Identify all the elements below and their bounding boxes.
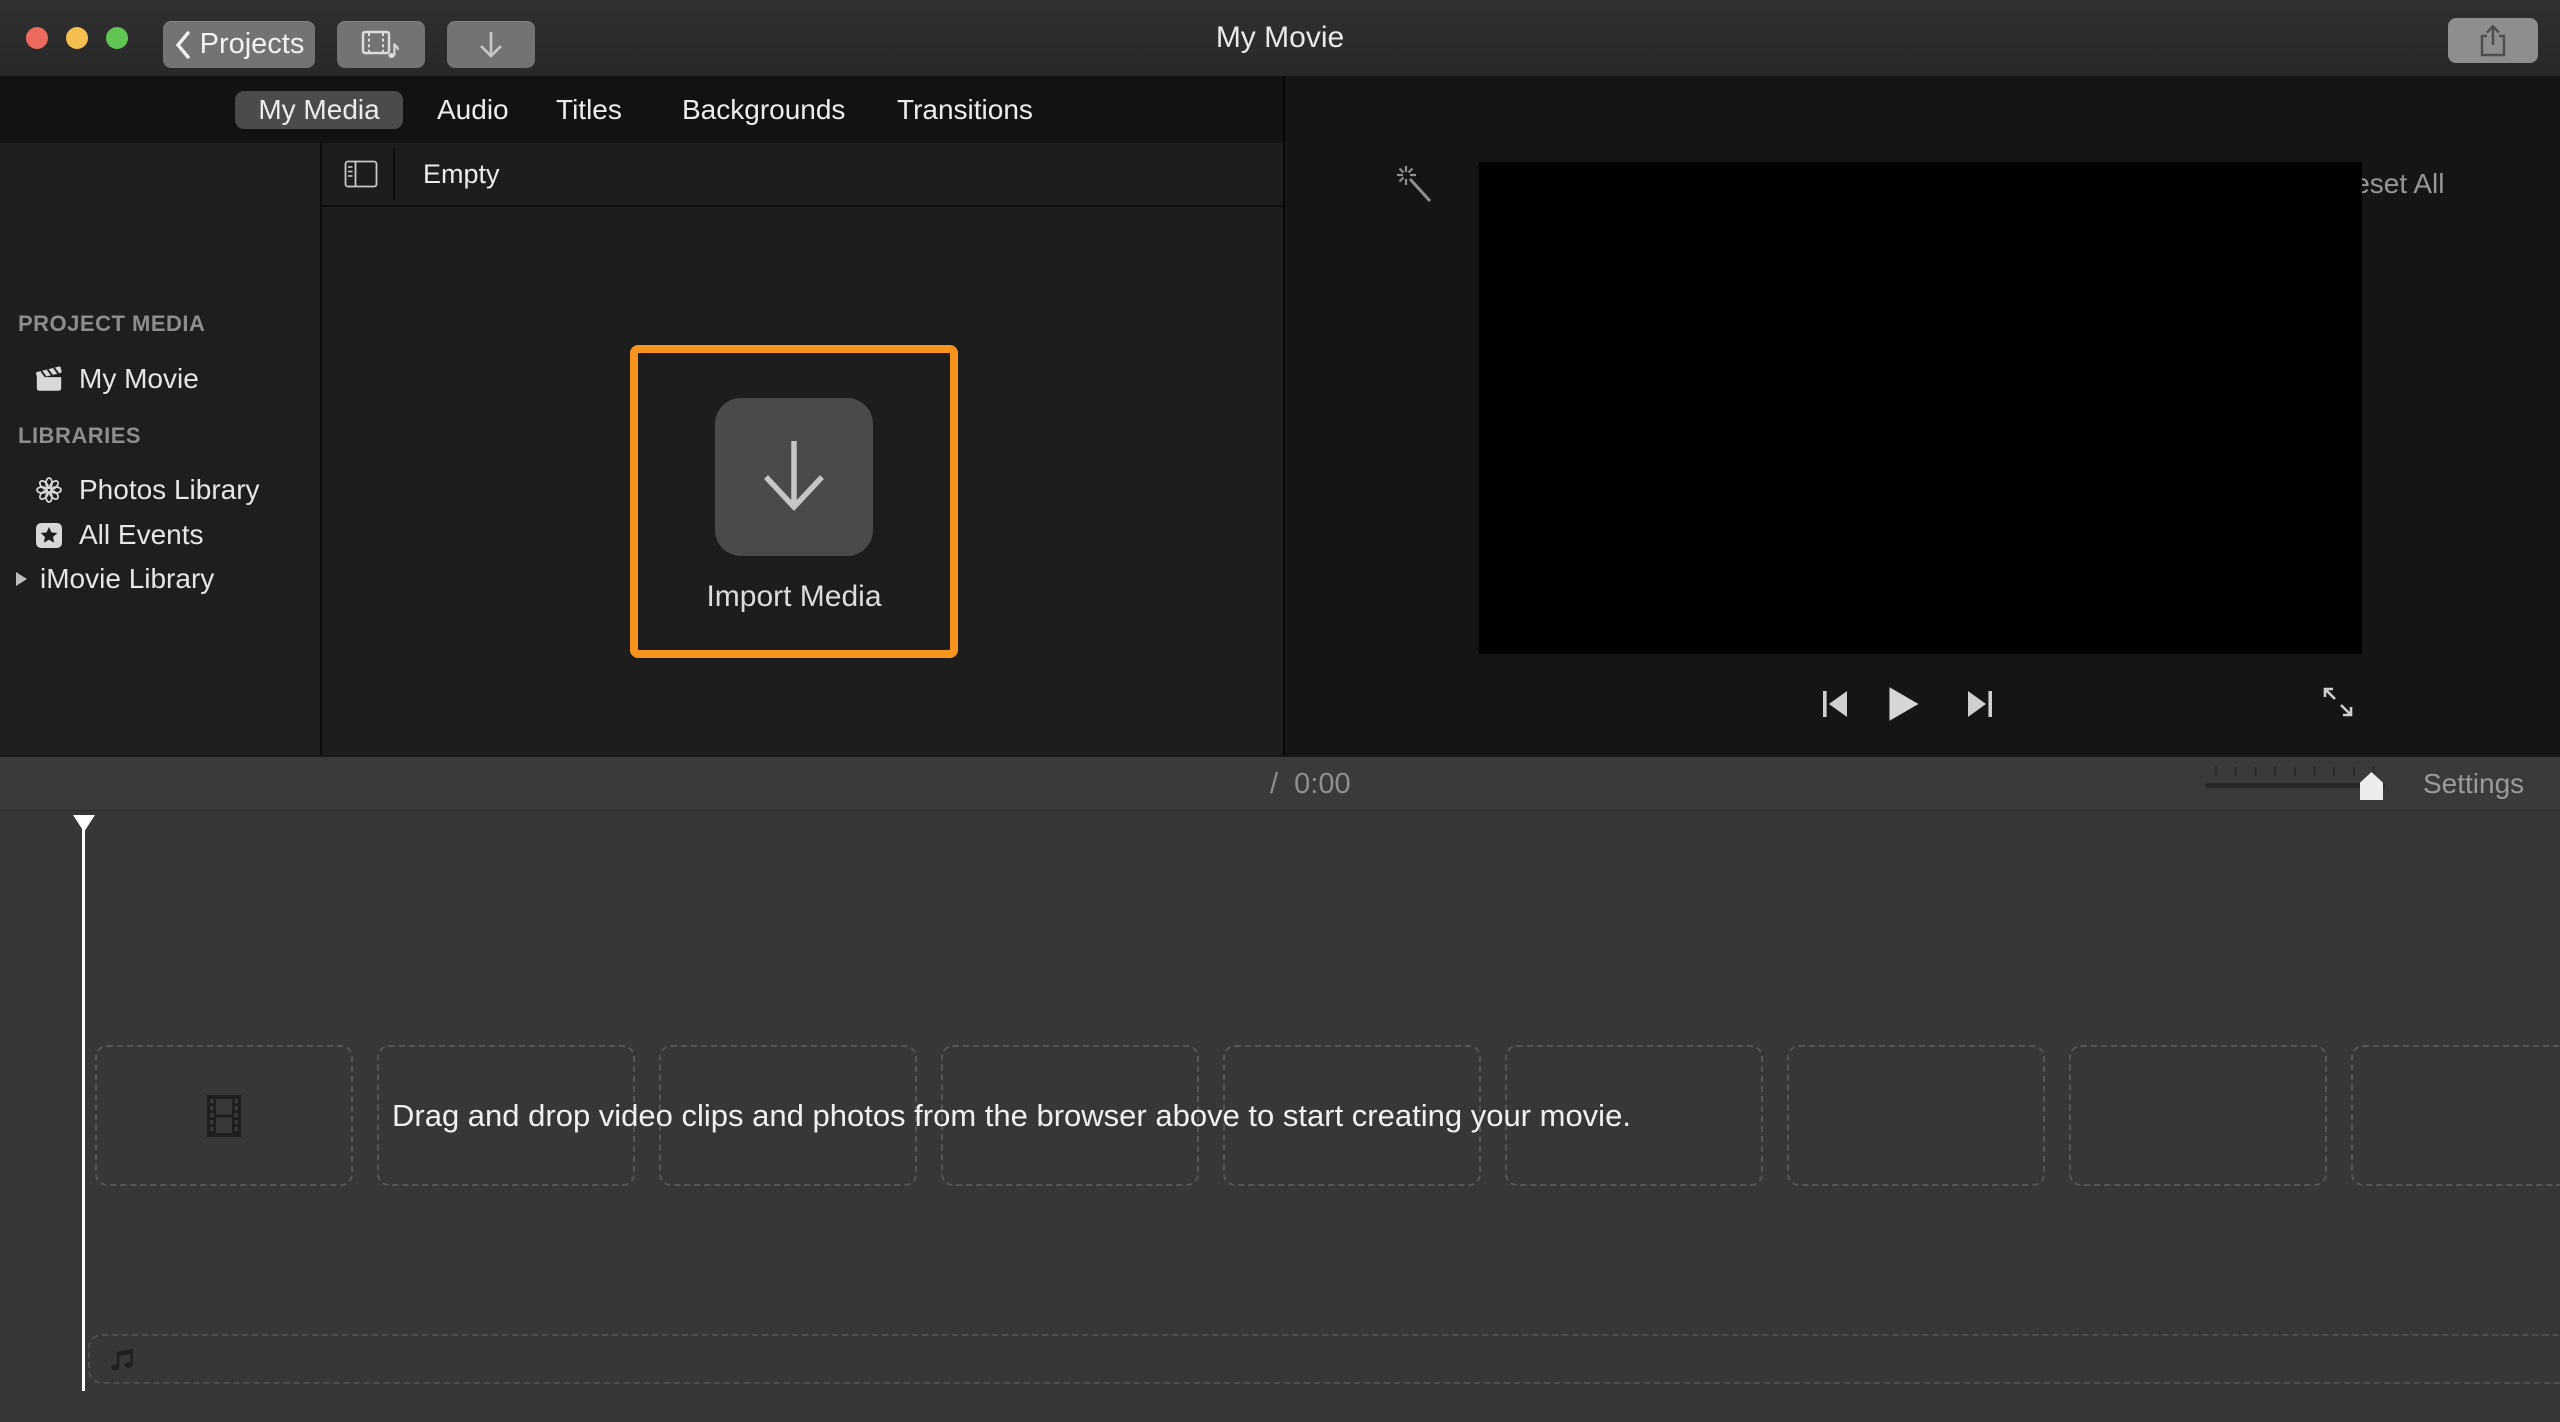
slider-track[interactable] bbox=[2205, 783, 2385, 788]
tab-audio[interactable]: Audio bbox=[437, 76, 509, 143]
skip-forward-button[interactable] bbox=[1958, 684, 2002, 724]
down-arrow-icon bbox=[480, 31, 502, 58]
browser-header: Empty bbox=[322, 143, 1283, 207]
expand-diagonal-icon bbox=[2323, 687, 2353, 717]
preview-video-canvas bbox=[1479, 162, 2362, 654]
chevron-left-icon bbox=[175, 30, 190, 59]
skip-forward-icon bbox=[1968, 691, 1992, 717]
play-button[interactable] bbox=[1882, 684, 1926, 724]
video-clip-placeholder bbox=[2069, 1045, 2327, 1186]
sidebar-item-all-events[interactable]: All Events bbox=[34, 517, 204, 553]
star-badge-icon bbox=[34, 520, 64, 550]
enhance-wand-icon[interactable] bbox=[1393, 164, 1437, 204]
music-note-icon bbox=[111, 1349, 133, 1371]
sidebar-item-imovie-library[interactable]: iMovie Library bbox=[14, 561, 214, 597]
projects-button-label: Projects bbox=[199, 28, 305, 60]
timeline-empty-hint: Drag and drop video clips and photos fro… bbox=[392, 1097, 1631, 1133]
playhead-line bbox=[82, 815, 85, 1391]
media-tab-bar: My Media Audio Titles Backgrounds Transi… bbox=[0, 76, 1284, 143]
sidebar-toggle-button[interactable] bbox=[342, 159, 380, 189]
import-button[interactable] bbox=[447, 21, 535, 68]
slider-tick-marks bbox=[2215, 767, 2375, 776]
skip-back-icon bbox=[1823, 691, 1847, 717]
audio-track-placeholder bbox=[88, 1334, 2560, 1384]
sidebar-item-photos-library[interactable]: Photos Library bbox=[34, 472, 260, 508]
browser-status-label: Empty bbox=[423, 158, 500, 189]
timeline-zoom-slider[interactable] bbox=[2205, 763, 2385, 807]
header-separator bbox=[393, 148, 395, 200]
media-browser-button[interactable] bbox=[337, 21, 425, 68]
slider-thumb[interactable] bbox=[2360, 772, 2383, 800]
share-button[interactable] bbox=[2448, 18, 2538, 63]
import-arrow-tile bbox=[715, 398, 873, 556]
import-media-button[interactable]: Import Media bbox=[630, 345, 958, 658]
panel-toggle-icon bbox=[344, 160, 378, 188]
clapperboard-icon bbox=[34, 364, 64, 394]
viewer-panel: Reset All bbox=[1285, 76, 2560, 755]
media-browser-icon bbox=[361, 30, 399, 58]
import-media-label: Import Media bbox=[706, 580, 882, 613]
tab-backgrounds[interactable]: Backgrounds bbox=[682, 76, 845, 143]
zoom-window-button[interactable] bbox=[106, 27, 128, 49]
skip-back-button[interactable] bbox=[1813, 684, 1857, 724]
minimize-window-button[interactable] bbox=[66, 27, 88, 49]
sidebar-item-label: iMovie Library bbox=[40, 563, 215, 594]
libraries-sidebar: PROJECT MEDIA My Movie LIBRARIES Photos … bbox=[0, 143, 320, 755]
photos-flower-icon bbox=[34, 475, 64, 505]
video-clip-placeholder bbox=[2351, 1045, 2560, 1186]
disclosure-triangle-icon[interactable] bbox=[14, 569, 30, 589]
download-arrow-icon bbox=[763, 441, 825, 512]
tab-my-media[interactable]: My Media bbox=[235, 91, 403, 129]
close-window-button[interactable] bbox=[26, 27, 48, 49]
imovie-window: Projects My Movie My Media Audio Titles … bbox=[0, 0, 2560, 1422]
media-browser-panel: Empty Import Media bbox=[322, 143, 1283, 755]
tab-transitions[interactable]: Transitions bbox=[897, 76, 1033, 143]
timeline-toolbar: / 0:00 Settings bbox=[0, 755, 2560, 811]
project-media-header: PROJECT MEDIA bbox=[18, 311, 206, 336]
projects-back-button[interactable]: Projects bbox=[163, 21, 315, 68]
settings-button[interactable]: Settings bbox=[2423, 757, 2524, 811]
sidebar-item-label: Photos Library bbox=[79, 474, 260, 505]
fullscreen-button[interactable] bbox=[2318, 682, 2358, 722]
filmstrip-icon bbox=[207, 1094, 241, 1137]
share-icon bbox=[2480, 23, 2506, 56]
libraries-header: LIBRARIES bbox=[18, 423, 142, 448]
timecode-display: / 0:00 bbox=[1270, 767, 1351, 800]
play-icon bbox=[1889, 687, 1919, 721]
sidebar-item-label: My Movie bbox=[79, 363, 199, 394]
video-clip-placeholder bbox=[1787, 1045, 2045, 1186]
sidebar-item-label: All Events bbox=[79, 519, 204, 550]
timeline-area[interactable]: Drag and drop video clips and photos fro… bbox=[0, 811, 2560, 1422]
sidebar-item-my-movie[interactable]: My Movie bbox=[34, 361, 199, 397]
tab-titles[interactable]: Titles bbox=[556, 76, 622, 143]
titlebar: Projects My Movie bbox=[0, 0, 2560, 77]
video-clip-placeholder bbox=[95, 1045, 353, 1186]
